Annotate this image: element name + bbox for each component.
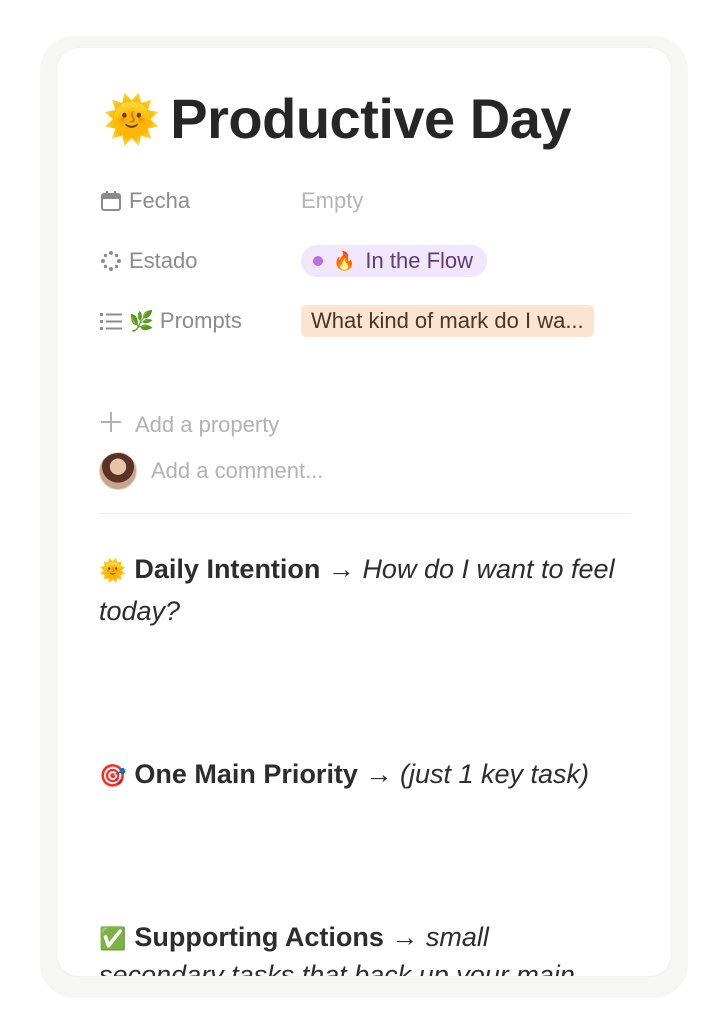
property-name: Prompts bbox=[159, 308, 242, 333]
property-row-prompts[interactable]: 🌿 Prompts What kind of mark do I wa... bbox=[99, 301, 639, 341]
sun-icon[interactable]: 🌞 bbox=[103, 96, 160, 142]
block-heading: Daily Intention bbox=[134, 554, 321, 584]
block-description: (just 1 key task) bbox=[399, 759, 590, 789]
page-header: 🌞 Productive Day bbox=[103, 86, 571, 151]
add-property-button[interactable]: Add a property bbox=[99, 410, 279, 440]
property-name: Fecha bbox=[129, 188, 191, 213]
block-heading: Supporting Actions bbox=[134, 922, 384, 952]
arrow-text: → bbox=[320, 554, 363, 584]
arrow-text: → bbox=[357, 759, 400, 789]
comment-input[interactable]: Add a comment... bbox=[151, 458, 323, 484]
property-row-fecha[interactable]: Fecha Empty bbox=[99, 181, 639, 221]
property-label: 🌿 Prompts bbox=[99, 308, 301, 334]
property-label: Estado bbox=[99, 248, 301, 274]
herb-icon: 🌿 bbox=[129, 310, 154, 333]
check-icon: ✅ bbox=[99, 926, 127, 951]
status-spinner-icon bbox=[99, 249, 123, 273]
property-name: Estado bbox=[129, 248, 198, 273]
content-block-intention[interactable]: 🌞 Daily Intention → How do I want to feel… bbox=[99, 549, 619, 632]
date-value[interactable]: Empty bbox=[301, 188, 363, 214]
status-badge[interactable]: 🔥 In the Flow bbox=[301, 245, 488, 277]
property-label: Fecha bbox=[99, 188, 301, 214]
cutoff-text: secondary tasks that back up your main bbox=[99, 960, 575, 976]
list-icon bbox=[99, 309, 123, 333]
property-row-estado[interactable]: Estado 🔥 In the Flow bbox=[99, 241, 639, 281]
add-property-label: Add a property bbox=[135, 412, 280, 437]
target-icon: 🎯 bbox=[99, 763, 127, 788]
plus-icon bbox=[99, 410, 123, 440]
calendar-icon bbox=[99, 189, 123, 213]
prompt-relation-chip[interactable]: What kind of mark do I wa... bbox=[301, 305, 594, 337]
arrow-text: → bbox=[383, 922, 426, 952]
block-heading: One Main Priority bbox=[134, 759, 358, 789]
status-dot bbox=[313, 256, 323, 266]
page-title[interactable]: Productive Day bbox=[170, 86, 571, 151]
status-label: In the Flow bbox=[365, 248, 474, 273]
divider bbox=[99, 513, 631, 514]
page-card: 🌞 Productive Day Fecha Empty Estado 🔥 In… bbox=[57, 48, 671, 976]
sun-icon: 🌞 bbox=[99, 558, 127, 583]
fire-icon: 🔥 bbox=[333, 250, 356, 271]
comment-composer[interactable]: Add a comment... bbox=[99, 452, 323, 490]
block-description: small bbox=[425, 922, 489, 952]
content-block-actions[interactable]: ✅ Supporting Actions → small bbox=[99, 917, 619, 959]
content-block-priority[interactable]: 🎯 One Main Priority → (just 1 key task) bbox=[99, 754, 619, 796]
avatar bbox=[99, 452, 137, 490]
